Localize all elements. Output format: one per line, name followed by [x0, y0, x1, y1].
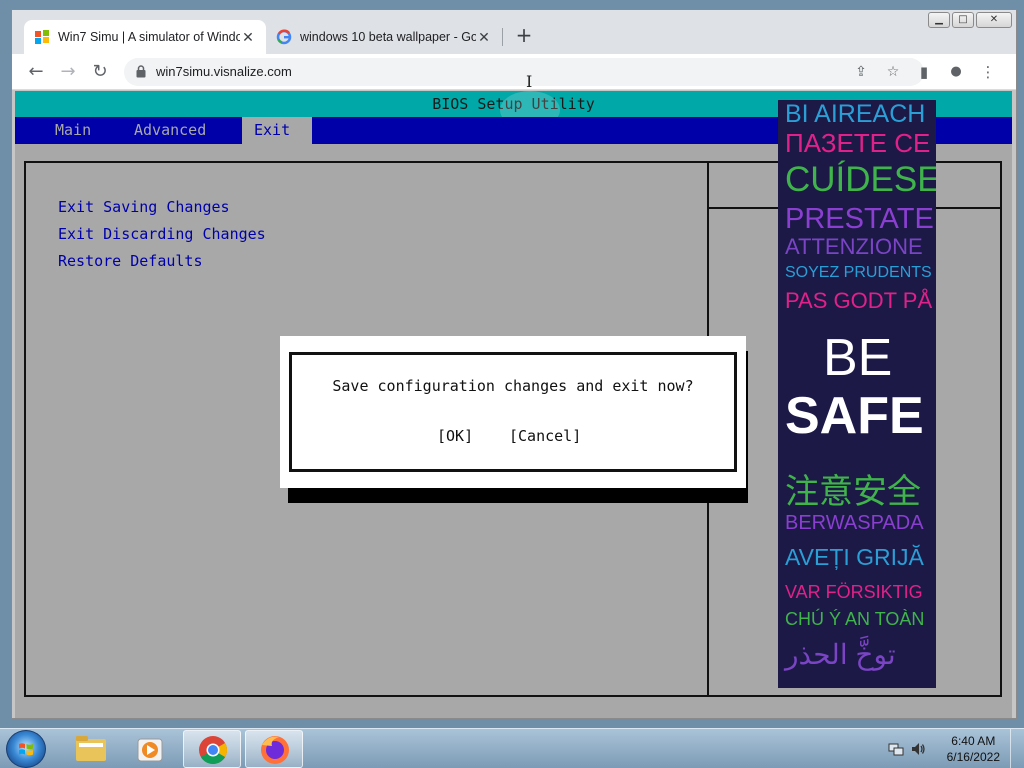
close-window-button[interactable]: ✕ [976, 12, 1012, 28]
bios-item-restore-defaults[interactable]: Restore Defaults [58, 252, 203, 270]
media-player-button[interactable] [121, 730, 179, 768]
banner-line: VAR FÖRSIKTIG [785, 582, 923, 602]
banner-line: BERWASPADA [785, 512, 924, 534]
clock-time: 6:40 AM [951, 734, 996, 748]
banner-line: ATTENZIONE [785, 234, 923, 259]
text-cursor-icon: I [526, 72, 533, 91]
close-tab-icon[interactable]: ✕ [476, 29, 492, 46]
reload-button[interactable]: ↻ [88, 60, 112, 84]
taskbar: 6:40 AM 6/16/2022 [0, 728, 1024, 768]
banner-line: ПАЗЕТЕ СЕ [785, 128, 931, 158]
bios-item-exit-saving[interactable]: Exit Saving Changes [58, 198, 230, 216]
tab-win7simu[interactable]: Win7 Simu | A simulator of Windows ✕ [24, 20, 266, 54]
share-icon[interactable]: ⇪ [852, 63, 870, 81]
banner-line: PAS GODT PÅ [785, 288, 933, 313]
back-button[interactable]: ← [24, 60, 48, 84]
banner-line: 注意安全 [785, 473, 921, 511]
address-bar[interactable]: win7simu.visnalize.com I ⇪ ☆ [124, 58, 924, 91]
banner-line: توخَّ الحذر [785, 639, 896, 670]
dialog-message: Save configuration changes and exit now? [332, 377, 694, 395]
banner-line: CHÚ Ý AN TOÀN [785, 609, 925, 629]
browser-window: Win7 Simu | A simulator of Windows ✕ win… [11, 9, 1017, 719]
file-explorer-button[interactable] [62, 730, 120, 768]
cancel-button[interactable]: [Cancel] [509, 427, 581, 445]
banner-line: PRESTATE [785, 203, 934, 235]
windows-logo-icon [19, 743, 33, 756]
volume-icon[interactable] [910, 741, 926, 757]
be-safe-banner: BI AIREACH ПАЗЕТЕ СЕ CUÍDESE PRESTATE AT… [778, 100, 936, 688]
banner-line: CUÍDESE [785, 160, 936, 199]
window-controls: ▁ □ ✕ [928, 12, 1012, 28]
firefox-button[interactable] [245, 730, 303, 768]
dialog-frame: Save configuration changes and exit now?… [289, 352, 737, 472]
tab-google-search[interactable]: windows 10 beta wallpaper - Google Searc… [266, 20, 502, 54]
bios-item-exit-discarding[interactable]: Exit Discarding Changes [58, 225, 266, 243]
lock-icon [136, 65, 146, 78]
new-tab-button[interactable]: + [512, 24, 536, 48]
side-panel-icon[interactable]: ▮ [912, 60, 936, 84]
profile-icon[interactable]: ● [944, 60, 968, 84]
bios-menu-advanced[interactable]: Advanced [122, 117, 218, 144]
banner-line: SAFE [785, 387, 924, 445]
tab-strip: Win7 Simu | A simulator of Windows ✕ win… [12, 10, 1016, 54]
media-player-icon [137, 738, 163, 762]
tab-title: Win7 Simu | A simulator of Windows [58, 30, 240, 44]
clock[interactable]: 6:40 AM 6/16/2022 [947, 733, 1000, 765]
system-tray: 6:40 AM 6/16/2022 [874, 729, 1024, 768]
show-desktop-button[interactable] [1010, 729, 1024, 768]
banner-line: AVEȚI GRIJĂ [785, 544, 924, 570]
tab-title: windows 10 beta wallpaper - Google Searc… [300, 30, 476, 44]
browser-toolbar: ← → ↻ win7simu.visnalize.com I ⇪ ☆ ▮ ● ⋮ [12, 54, 1016, 91]
maximize-button[interactable]: □ [952, 12, 974, 28]
folder-icon [76, 736, 106, 761]
bios-menu-main[interactable]: Main [43, 117, 103, 144]
chrome-icon [199, 736, 227, 764]
bios-menu-exit[interactable]: Exit [242, 117, 312, 144]
menu-icon[interactable]: ⋮ [976, 60, 1000, 84]
forward-button[interactable]: → [56, 60, 80, 84]
url-text: win7simu.visnalize.com [156, 64, 292, 79]
bios-screen: BIOS Setup Utility Main Advanced Exit It… [15, 91, 1012, 718]
minimize-button[interactable]: ▁ [928, 12, 950, 28]
ok-button[interactable]: [OK] [437, 427, 473, 445]
chrome-button[interactable] [183, 730, 241, 768]
google-favicon-icon [276, 29, 292, 45]
bookmark-star-icon[interactable]: ☆ [884, 63, 902, 81]
firefox-icon [261, 736, 289, 764]
confirm-dialog: Save configuration changes and exit now?… [280, 336, 746, 488]
clock-date: 6/16/2022 [946, 750, 1000, 764]
tab-separator [502, 28, 503, 46]
banner-line: BE [823, 329, 893, 387]
banner-line: SOYEZ PRUDENTS [785, 264, 932, 281]
network-icon[interactable] [888, 741, 904, 757]
banner-line: BI AIREACH [785, 100, 926, 128]
close-tab-icon[interactable]: ✕ [240, 29, 256, 46]
start-button[interactable] [6, 730, 46, 768]
win7simu-favicon-icon [35, 30, 49, 44]
